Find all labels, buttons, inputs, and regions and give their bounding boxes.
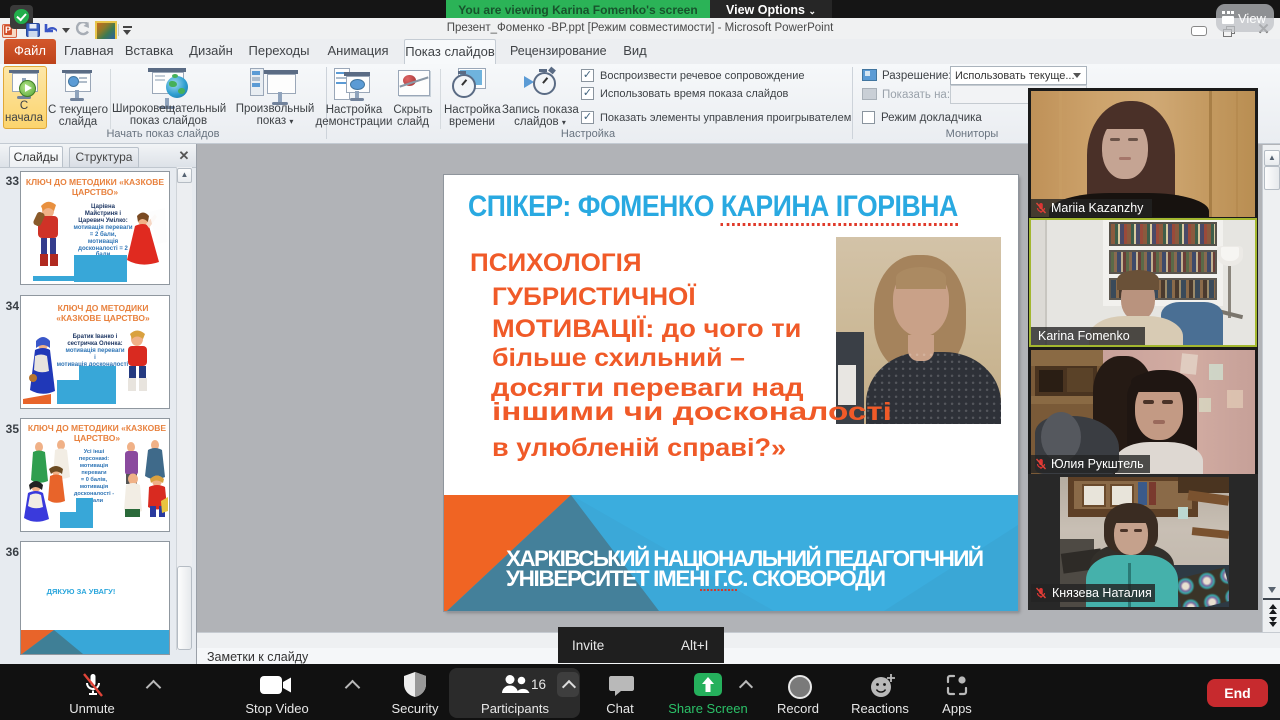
svg-text:КЛЮЧ ДО МЕТОДИКИ «КАЗКОВЕ: КЛЮЧ ДО МЕТОДИКИ «КАЗКОВЕ [26,177,165,187]
svg-text:«КАЗКОВЕ ЦАРСТВО»: «КАЗКОВЕ ЦАРСТВО» [56,313,150,323]
svg-text:КЛЮЧ ДО МЕТОДИКИ «КАЗКОВЕ: КЛЮЧ ДО МЕТОДИКИ «КАЗКОВЕ [28,423,167,433]
svg-text:Усі інші: Усі інші [84,449,105,455]
svg-text:УНІВЕРСИТЕТ ІМЕНІ Г.С. СКОВОРО: УНІВЕРСИТЕТ ІМЕНІ Г.С. СКОВОРОДИ [506,566,886,591]
svg-text:мотивація переваги: мотивація переваги [65,348,124,354]
svg-text:Царевич Умілко:: Царевич Умілко: [78,218,127,224]
svg-text:Царівна: Царівна [91,204,116,210]
svg-text:мотивація переваги: мотивація переваги [73,225,132,231]
svg-text:КЛЮЧ ДО МЕТОДИКИ: КЛЮЧ ДО МЕТОДИКИ [58,303,149,313]
svg-text:сестричка Оленка:: сестричка Оленка: [67,341,122,347]
svg-text:мотивація: мотивація [80,463,108,469]
svg-text:персонажі:: персонажі: [79,456,109,462]
svg-text:= 2 бали,: = 2 бали, [90,231,117,238]
svg-text:і: і [94,355,96,361]
svg-text:мотивація: мотивація [80,484,108,490]
svg-text:Майстриня і: Майстриня і [85,210,122,217]
svg-text:ДЯКУЮ ЗА УВАГУ!: ДЯКУЮ ЗА УВАГУ! [47,587,116,596]
svg-text:Братик Іванко і: Братик Іванко і [73,334,118,340]
svg-text:= 0 балів,: = 0 балів, [81,476,108,483]
svg-text:ЦАРСТВО»: ЦАРСТВО» [72,187,118,197]
svg-text:мотивація: мотивація [88,239,119,245]
svg-text:переваги: переваги [81,470,107,476]
svg-text:ЦАРСТВО»: ЦАРСТВО» [74,433,120,443]
svg-text:досконалості -: досконалості - [74,491,114,497]
